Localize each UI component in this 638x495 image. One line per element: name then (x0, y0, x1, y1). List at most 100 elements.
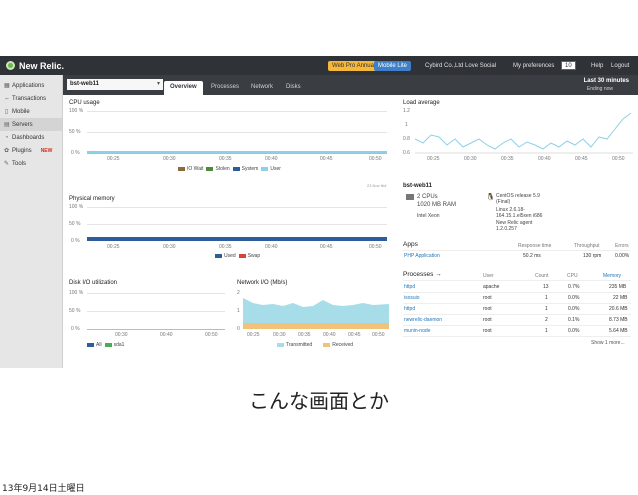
apps-title: Apps (403, 241, 418, 248)
sidebar-item-label: Transactions (12, 95, 47, 102)
sidebar-item-servers[interactable]: ▤ Servers (0, 118, 62, 131)
cpu-x-tick: 00:30 (163, 156, 176, 162)
sidebar-item-tools[interactable]: ✎ Tools (0, 157, 62, 170)
gridline (87, 111, 387, 112)
sidebar-item-dashboards[interactable]: ◔ Dashboards (0, 131, 62, 144)
load-x-tick: 00:25 (427, 156, 440, 162)
proc-col-count[interactable]: Count (535, 273, 548, 279)
load-y-tick: 0.8 (403, 136, 410, 142)
show-more-link[interactable]: Show 1 more... (591, 340, 625, 346)
process-user: apache (483, 284, 500, 290)
process-count: 2 (545, 317, 548, 323)
process-name[interactable]: httpd (404, 306, 415, 312)
network-chart (243, 298, 389, 329)
process-name[interactable]: newrelic-daemon (404, 317, 442, 323)
process-name[interactable]: httpd (404, 284, 415, 290)
legend-item: Transmitted (277, 342, 312, 348)
gridline (87, 132, 387, 133)
tab-processes[interactable]: Processes (205, 81, 245, 95)
help-link[interactable]: Help (591, 61, 603, 71)
sidebar-item-label: Plugins (12, 147, 32, 154)
tab-disks[interactable]: Disks (280, 81, 307, 95)
memory-x-tick: 00:25 (107, 244, 120, 250)
server-icon: ▤ (4, 122, 10, 128)
proc-col-memory[interactable]: Memory (603, 273, 621, 279)
host-header: bst-web11 ▾ Overview Processes Network D… (63, 75, 638, 95)
host-name: bst-web11 (70, 81, 100, 87)
logout-link[interactable]: Logout (611, 61, 629, 71)
tab-network[interactable]: Network (245, 81, 279, 95)
disk-y-tick: 0 % (71, 326, 80, 332)
agent-version: 1.2.0.257 (496, 226, 517, 232)
dashboard-icon: ◔ (4, 134, 9, 141)
apps-col-response[interactable]: Response time (518, 243, 551, 249)
cpu-y-tick: 100 % (69, 108, 84, 114)
newrelic-screenshot: New Relic. Web Pro Annual Mobile Lite Cy… (0, 56, 638, 368)
processes-title[interactable]: Processes → (403, 271, 442, 278)
sidebar-item-label: Mobile (12, 108, 30, 115)
cpu-usage-title: CPU usage (69, 100, 100, 106)
process-memory: 5.64 MB (609, 328, 628, 334)
cpu-model: Intel Xeon (417, 213, 440, 219)
tab-overview[interactable]: Overview (164, 81, 203, 95)
process-user: root (483, 306, 492, 312)
apps-col-errors[interactable]: Errors (615, 243, 629, 249)
os-sub: (Final) (496, 199, 511, 205)
kernel-arch: 164.15.1.el5xen i686 (496, 213, 543, 219)
gridline (87, 153, 387, 154)
process-cpu: 0.7% (568, 284, 580, 290)
app-errors: 0.00% (615, 253, 630, 259)
process-user: root (483, 295, 492, 301)
plugin-icon: ✿ (4, 148, 10, 154)
gridline (87, 293, 225, 294)
network-x-tick: 00:50 (372, 332, 385, 338)
process-memory: 20.6 MB (609, 306, 628, 312)
disk-y-tick: 100 % (69, 290, 84, 296)
plan-badge[interactable]: Web Pro Annual (328, 61, 380, 71)
legend-item: All (87, 342, 102, 348)
chevron-down-icon: ▾ (156, 81, 160, 87)
load-x-tick: 00:45 (575, 156, 588, 162)
proc-col-user[interactable]: User (483, 273, 494, 279)
process-count: 1 (545, 306, 548, 312)
disk-y-tick: 50 % (69, 308, 81, 314)
disk-io-title: Disk I/O utilization (69, 280, 118, 286)
app-link[interactable]: PHP Application (404, 253, 440, 259)
sidebar-item-label: Tools (12, 160, 27, 167)
memory-x-tick: 00:35 (219, 244, 232, 250)
host-selector[interactable]: bst-web11 ▾ (67, 79, 163, 90)
time-range-sub: Ending now (586, 86, 613, 92)
apps-col-throughput[interactable]: Throughput (574, 243, 600, 249)
process-name[interactable]: isosuio (404, 295, 420, 301)
linux-penguin-icon: 🐧 (486, 194, 495, 201)
sidebar-item-mobile[interactable]: ▯ Mobile (0, 105, 62, 118)
mobile-badge[interactable]: Mobile Lite (374, 61, 412, 71)
load-x-tick: 00:50 (612, 156, 625, 162)
gridline (87, 207, 387, 208)
network-y-tick: 0 (237, 326, 240, 332)
arrows-icon: ⇔ (4, 95, 10, 102)
process-memory: 235 MB (609, 284, 627, 290)
load-y-tick: 1.2 (403, 108, 410, 114)
time-range-picker[interactable]: Last 30 minutes (584, 78, 629, 84)
load-average-title: Load average (403, 100, 440, 106)
process-cpu: 0.0% (568, 306, 580, 312)
load-x-tick: 00:35 (501, 156, 514, 162)
cpu-x-tick: 00:25 (107, 156, 120, 162)
cpu-count: 2 CPUs (417, 194, 438, 200)
legend-item: User (261, 166, 281, 172)
process-user: root (483, 317, 492, 323)
notification-count[interactable]: 10 (561, 61, 576, 70)
proc-col-cpu[interactable]: CPU (567, 273, 578, 279)
preferences-link[interactable]: My preferences (513, 61, 554, 71)
memory-used-series (87, 237, 387, 241)
legend-item: sda1 (104, 342, 124, 348)
process-name[interactable]: munin-node (404, 328, 430, 334)
sidebar-item-transactions[interactable]: ⇔ Transactions (0, 92, 62, 105)
sidebar-item-plugins[interactable]: ✿ Plugins NEW (0, 144, 62, 157)
sidebar-item-applications[interactable]: ▦ Applications (0, 79, 62, 92)
legend-item: Used (215, 253, 236, 259)
account-menu[interactable]: Cybird Co.,Ltd Love Social (425, 61, 496, 71)
network-x-tick: 00:35 (298, 332, 311, 338)
logo[interactable]: New Relic. (6, 59, 64, 72)
